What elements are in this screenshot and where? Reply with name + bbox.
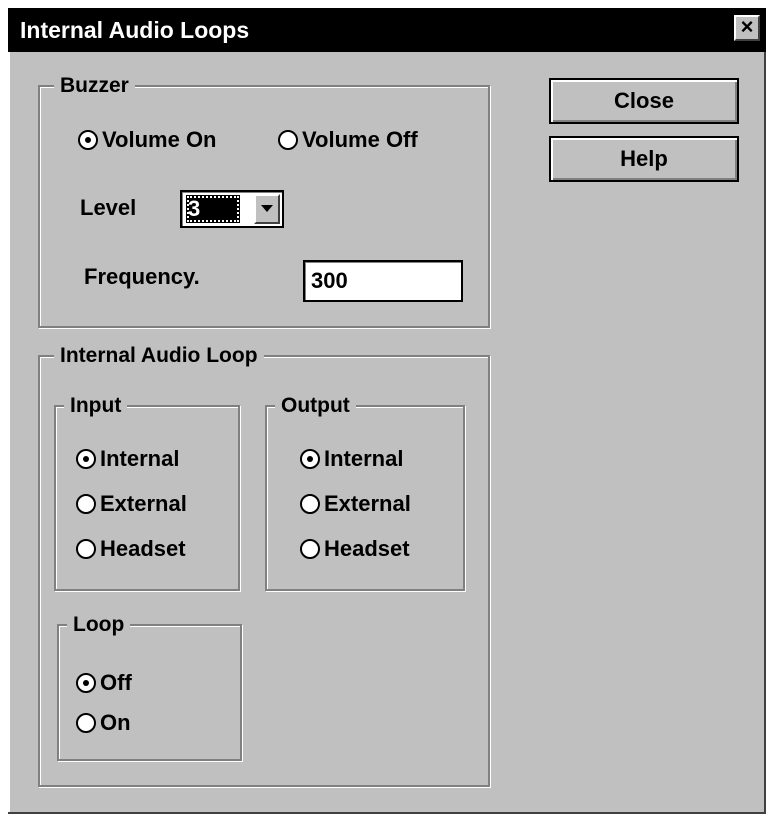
radio-unselected-icon: [300, 539, 320, 559]
output-headset-radio[interactable]: Headset: [300, 536, 410, 562]
volume-off-label: Volume Off: [302, 127, 418, 152]
internal-audio-loop-title: Internal Audio Loop: [54, 342, 264, 370]
radio-unselected-icon: [300, 494, 320, 514]
radio-unselected-icon: [76, 713, 96, 733]
radio-unselected-icon: [76, 494, 96, 514]
title-bar: Internal Audio Loops ×: [8, 8, 766, 52]
window-title: Internal Audio Loops: [20, 17, 250, 43]
volume-on-label: Volume On: [102, 127, 217, 152]
close-button[interactable]: Close: [549, 78, 739, 124]
input-external-radio[interactable]: External: [76, 491, 187, 517]
level-selected-value: 3: [186, 195, 240, 223]
help-button[interactable]: Help: [549, 136, 739, 182]
loop-off-label: Off: [100, 670, 132, 695]
output-external-label: External: [324, 491, 411, 516]
output-headset-label: Headset: [324, 536, 410, 561]
radio-selected-icon: [78, 130, 98, 150]
buzzer-group-title: Buzzer: [54, 72, 135, 100]
close-button-label: Close: [614, 88, 674, 113]
help-button-label: Help: [620, 146, 668, 171]
input-external-label: External: [100, 491, 187, 516]
output-group-title: Output: [275, 392, 356, 420]
volume-off-radio[interactable]: Volume Off: [278, 127, 418, 153]
level-label: Level: [80, 195, 137, 220]
level-dropdown[interactable]: 3: [180, 190, 284, 228]
input-internal-radio[interactable]: Internal: [76, 446, 179, 472]
input-headset-radio[interactable]: Headset: [76, 536, 186, 562]
radio-unselected-icon: [76, 539, 96, 559]
radio-selected-icon: [76, 673, 96, 693]
radio-selected-icon: [76, 449, 96, 469]
loop-on-label: On: [100, 710, 131, 735]
volume-on-radio[interactable]: Volume On: [78, 127, 217, 153]
window-close-icon[interactable]: ×: [734, 15, 760, 41]
loop-group-title: Loop: [67, 611, 131, 639]
chevron-down-icon[interactable]: [254, 194, 280, 224]
input-headset-label: Headset: [100, 536, 186, 561]
loop-on-radio[interactable]: On: [76, 710, 131, 736]
loop-off-radio[interactable]: Off: [76, 670, 132, 696]
output-external-radio[interactable]: External: [300, 491, 411, 517]
output-internal-radio[interactable]: Internal: [300, 446, 403, 472]
output-internal-label: Internal: [324, 446, 404, 471]
frequency-input[interactable]: [303, 260, 463, 302]
input-group-title: Input: [64, 392, 128, 420]
input-internal-label: Internal: [100, 446, 180, 471]
radio-unselected-icon: [278, 130, 298, 150]
frequency-label: Frequency.: [84, 264, 200, 289]
radio-selected-icon: [300, 449, 320, 469]
